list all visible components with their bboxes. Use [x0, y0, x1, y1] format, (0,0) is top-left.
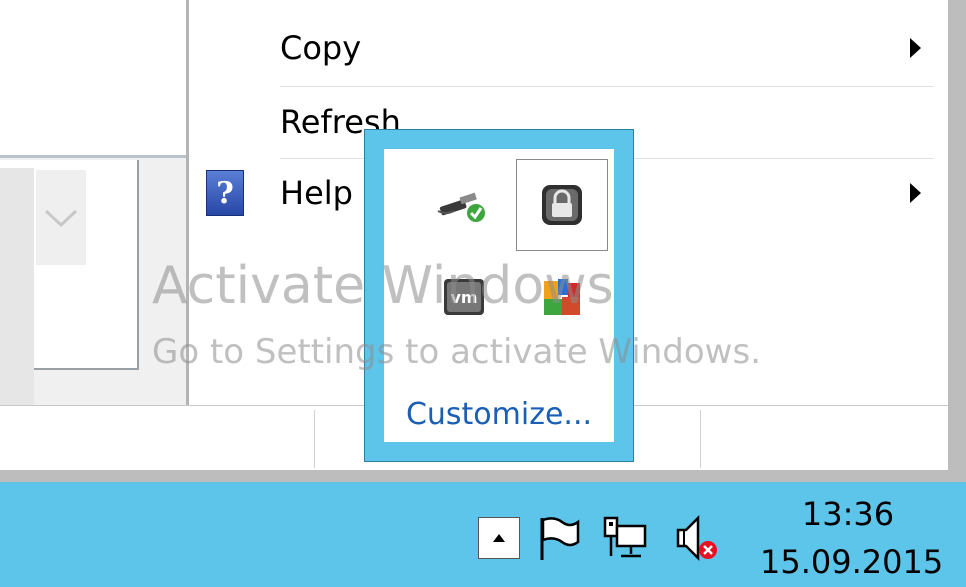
lock-icon	[542, 185, 582, 225]
clock-time[interactable]: 13:36	[770, 495, 926, 533]
action-center-flag-icon	[540, 517, 580, 560]
activation-watermark-subtitle: Go to Settings to activate Windows.	[152, 332, 761, 372]
menu-item-help[interactable]: Help	[280, 163, 353, 223]
window-border	[948, 0, 966, 482]
volume-button[interactable]	[670, 512, 722, 564]
menu-separator	[280, 86, 934, 87]
network-button[interactable]	[600, 512, 652, 564]
volume-muted-icon	[676, 514, 717, 562]
chevron-down-icon	[44, 209, 78, 227]
clock-date[interactable]: 15.09.2015	[760, 543, 943, 581]
status-bar-divider	[314, 410, 315, 468]
menu-item-label: Copy	[280, 29, 362, 67]
submenu-arrow-icon	[910, 183, 921, 203]
network-icon	[603, 516, 647, 558]
tray-overflow-item[interactable]	[418, 159, 510, 251]
menu-item-label: Help	[280, 174, 353, 212]
customize-link[interactable]: Customize...	[384, 397, 614, 432]
safely-remove-hardware-icon	[437, 192, 487, 224]
show-hidden-icons-button[interactable]	[478, 517, 520, 559]
help-icon: ?	[206, 170, 244, 216]
menu-item-copy[interactable]: Copy	[280, 18, 361, 78]
action-center-button[interactable]	[532, 512, 584, 564]
panel-dropdown-button[interactable]	[36, 170, 86, 265]
activation-watermark-title: Activate Windows	[152, 256, 614, 316]
chevron-up-icon	[493, 534, 505, 542]
panel-gutter	[0, 168, 34, 425]
tray-overflow-item[interactable]	[516, 159, 608, 251]
status-bar-divider	[700, 410, 701, 468]
window-border	[0, 470, 966, 482]
submenu-arrow-icon	[910, 38, 921, 58]
